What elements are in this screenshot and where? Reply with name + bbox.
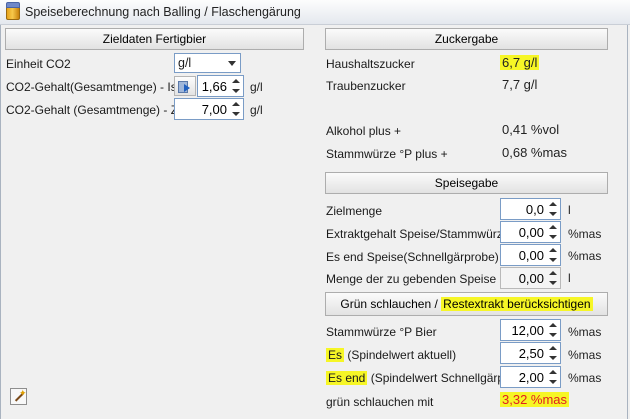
traubenzucker-value: 7,7 g/l [502,77,538,92]
extraktgehalt-unit: %mas [568,227,602,241]
zielmenge-unit: l [568,203,571,217]
stammwuerze-bier-unit: %mas [568,325,602,339]
apply-arrow-icon [184,84,190,92]
spin-up-icon [549,271,557,275]
zielmenge-value: 0,0 [525,202,544,217]
zieldaten-header[interactable]: Zieldaten Fertigbier [5,28,304,50]
co2-ist-label: CO2-Gehalt(Gesamtmenge) - Ist [6,80,181,94]
einheit-co2-label: Einheit CO2 [6,57,71,71]
magic-wand-icon[interactable]: ✦ [10,388,27,405]
co2-ist-value: 1,66 [201,79,227,94]
spin-down-icon[interactable] [549,333,557,337]
stammwuerze-plus-label: Stammwürze °P plus + [326,147,448,161]
alkohol-plus-label: Alkohol plus + [326,124,402,138]
title-bar: Speiseberechnung nach Balling / Flaschen… [0,0,630,25]
extraktgehalt-spinbox[interactable]: 0,00 [500,221,561,243]
spin-down-icon [549,281,557,285]
es-end-speise-unit: %mas [568,249,602,263]
menge-speise-value: 0,00 [518,271,544,286]
window-border-right [627,0,628,419]
co2-ziel-label: CO2-Gehalt (Gesamtmenge) - Ziel [6,103,191,117]
es-end-label: Es end (Spindelwert Schnellgärp.) [326,371,511,385]
co2-ziel-value: 7,00 [201,102,227,117]
spin-up-icon[interactable] [549,346,557,350]
restextrakt-label: Restextrakt berücksichtigen [441,297,593,311]
menge-speise-label: Menge der zu gebenden Speise [326,272,497,286]
es-end-value: 2,00 [518,370,544,385]
spin-up-icon[interactable] [232,79,240,83]
es-end-speise-value: 0,00 [518,248,544,263]
zielmenge-spinbox[interactable]: 0,0 [500,198,561,220]
haushaltszucker-label: Haushaltszucker [326,57,415,71]
spin-up-icon[interactable] [549,370,557,374]
es-end-unit: %mas [568,371,602,385]
extraktgehalt-label: Extraktgehalt Speise/Stammwürze [326,227,510,241]
spin-down-icon[interactable] [549,235,557,239]
speisegabe-header[interactable]: Speisegabe [325,172,608,194]
es-aktuell-unit: %mas [568,348,602,362]
es-aktuell-spinbox[interactable]: 2,50 [500,342,561,364]
es-end-label-highlight: Es end [326,371,368,385]
stammwuerze-bier-label: Stammwürze °P Bier [326,325,437,339]
spin-down-icon[interactable] [549,380,557,384]
co2-ziel-spinbox[interactable]: 7,00 [174,98,244,120]
spin-up-icon[interactable] [549,202,557,206]
es-end-label-rest: (Spindelwert Schnellgärp.) [367,371,512,385]
stammwuerze-bier-spinbox[interactable]: 12,00 [500,319,561,341]
es-label-highlight: Es [326,348,345,362]
spin-down-icon[interactable] [549,356,557,360]
beer-glass-icon [6,2,20,20]
einheit-co2-select[interactable]: g/l [174,53,241,73]
spin-down-icon[interactable] [232,112,240,116]
gruen-schlauchen-label: Grün schlauchen / [340,297,442,311]
stammwuerze-plus-value: 0,68 %mas [502,145,568,160]
es-aktuell-label: Es (Spindelwert aktuell) [326,348,456,362]
gruen-schlauchen-result: 3,32 %mas [500,392,570,407]
dropdown-arrow-icon[interactable] [228,61,236,66]
spin-up-icon[interactable] [549,225,557,229]
es-end-spinbox[interactable]: 2,00 [500,366,561,388]
es-label-rest: (Spindelwert aktuell) [344,348,457,362]
spin-up-icon[interactable] [549,248,557,252]
es-aktuell-value: 2,50 [518,346,544,361]
stammwuerze-bier-value: 12,00 [511,323,544,338]
es-end-speise-label: Es end Speise(Schnellgärprobe) [326,250,499,264]
co2-ziel-unit: g/l [250,103,263,117]
spin-down-icon[interactable] [549,212,557,216]
menge-speise-unit: l [568,271,571,285]
gruen-schlauchen-button[interactable]: Grün schlauchen / Restextrakt berücksich… [325,292,608,316]
spin-up-icon[interactable] [549,323,557,327]
haushaltszucker-value: 6,7 g/l [500,55,540,70]
zielmenge-label: Zielmenge [326,204,383,218]
extraktgehalt-value: 0,00 [518,225,544,240]
menge-speise-spinbox: 0,00 [500,267,561,289]
wand-star: ✦ [19,388,27,398]
spin-up-icon[interactable] [232,102,240,106]
spin-down-icon[interactable] [232,89,240,93]
apply-ist-button[interactable] [174,76,196,96]
co2-ist-spinbox[interactable]: 1,66 [197,75,244,97]
zuckergabe-header[interactable]: Zuckergabe [325,28,608,50]
co2-ist-unit: g/l [250,80,263,94]
window-title: Speiseberechnung nach Balling / Flaschen… [25,5,301,19]
traubenzucker-label: Traubenzucker [326,79,406,93]
es-end-speise-spinbox[interactable]: 0,00 [500,244,561,266]
einheit-co2-value: g/l [178,56,192,70]
spin-down-icon[interactable] [549,258,557,262]
window-border-left [0,0,1,419]
alkohol-plus-value: 0,41 %vol [502,122,560,137]
gruen-schlauchen-mit-label: grün schlauchen mit [326,395,434,409]
